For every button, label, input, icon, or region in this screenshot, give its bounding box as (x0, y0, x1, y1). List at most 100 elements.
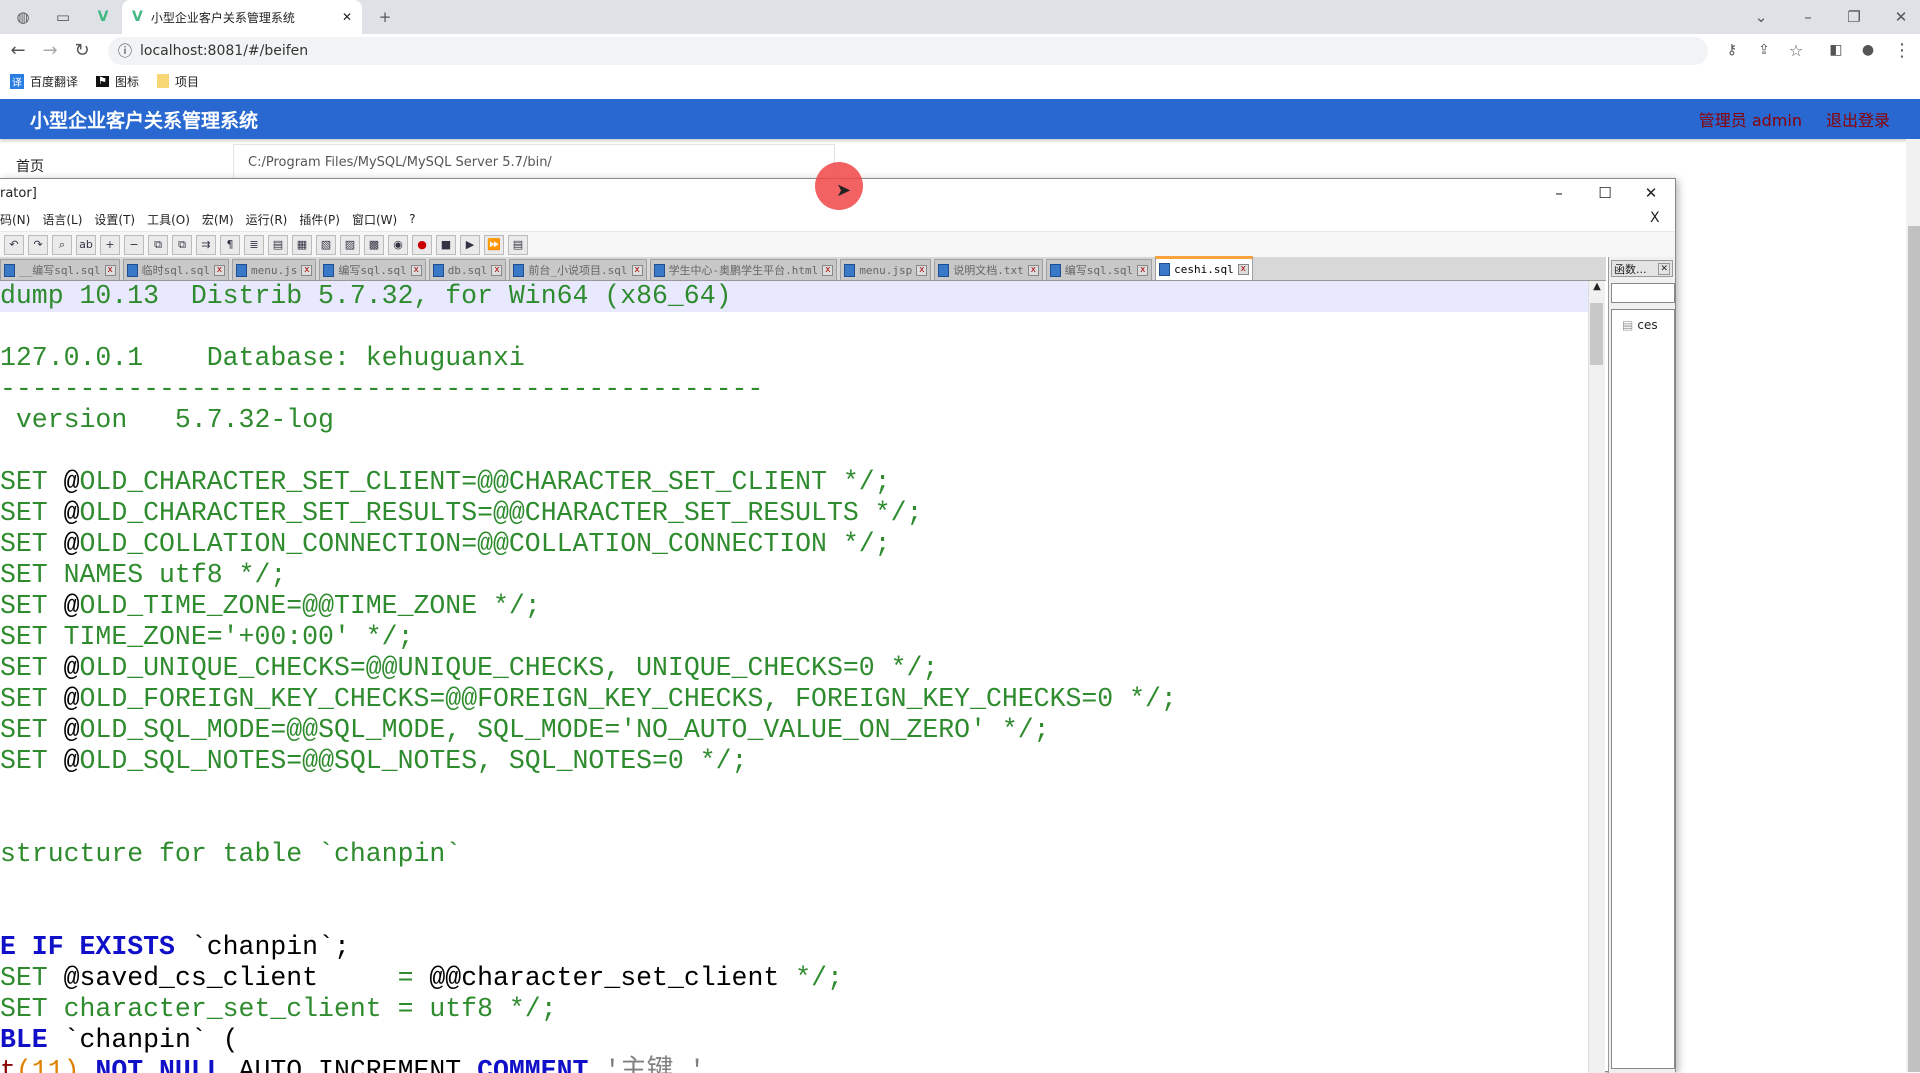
file-tab[interactable]: 临时sql.sql x (122, 259, 229, 280)
menu-item[interactable]: ? (409, 212, 415, 226)
sync-v-icon[interactable]: ⧉ (148, 234, 168, 255)
file-tab[interactable]: 说明文档.txt x (934, 259, 1043, 280)
sidebar-item-home[interactable]: 首页 (16, 156, 44, 176)
page-scrollbar-thumb[interactable] (1908, 226, 1920, 1072)
menu-item[interactable]: 运行(R) (246, 211, 288, 228)
close-window-icon[interactable]: ✕ (1890, 6, 1912, 28)
tab-search-icon[interactable]: ⌄ (1750, 6, 1772, 28)
close-tab-icon[interactable]: x (301, 264, 313, 276)
menu-item[interactable]: 工具(O) (147, 211, 190, 228)
close-tab-icon[interactable]: x (1237, 264, 1249, 275)
run-macro-icon[interactable]: ⏩ (484, 234, 504, 255)
info-icon[interactable]: ⓘ (118, 41, 132, 61)
stop-macro-icon[interactable]: ■ (436, 234, 456, 255)
record-macro-icon[interactable]: ● (412, 234, 432, 255)
udl-icon[interactable]: ▤ (268, 234, 288, 255)
new-tab-icon[interactable]: + (374, 6, 396, 28)
code-token: SET (0, 498, 64, 528)
file-tab[interactable]: menu.js x (231, 259, 317, 280)
logout-link[interactable]: 退出登录 (1826, 107, 1890, 131)
reload-icon[interactable]: ↻ (70, 38, 94, 62)
forward-icon[interactable]: → (38, 38, 62, 62)
address-bar[interactable]: ⓘ localhost:8081/#/beifen (108, 37, 1708, 65)
word-wrap-icon[interactable]: ⇉ (196, 234, 216, 255)
profile-icon[interactable]: ● (1856, 38, 1880, 62)
back-icon[interactable]: ← (6, 38, 30, 62)
play-macro-icon[interactable]: ▶ (460, 234, 480, 255)
save-macro-icon[interactable]: ▤ (508, 234, 528, 255)
monitor-icon[interactable]: ▩ (364, 234, 384, 255)
replace-icon[interactable]: ab (76, 234, 96, 255)
eye-icon[interactable]: ◉ (388, 234, 408, 255)
code-token: SET (0, 467, 64, 497)
show-all-icon[interactable]: ¶ (220, 234, 240, 255)
code-editor[interactable]: dump 10.13 Distrib 5.7.32, for Win64 (x8… (0, 281, 1588, 1073)
zoom-in-icon[interactable]: + (100, 234, 120, 255)
zoom-out-icon[interactable]: − (124, 234, 144, 255)
star-icon[interactable]: ☆ (1784, 38, 1808, 62)
mysql-path-input[interactable]: C:/Program Files/MySQL/MySQL Server 5.7/… (233, 144, 835, 180)
globe-icon[interactable]: ◍ (12, 6, 34, 28)
close-tab-icon[interactable]: x (916, 264, 928, 276)
file-tab[interactable]: db.sql x (428, 259, 507, 280)
file-tab[interactable]: 学生中心-奥鹏学生平台.html x (649, 259, 838, 280)
close-tab-icon[interactable]: x (491, 264, 503, 276)
close-tab-icon[interactable]: x (1137, 264, 1149, 276)
bookmark-folder-project[interactable]: 项目 (157, 73, 199, 90)
file-tab[interactable]: 编写sql.sql x (1045, 259, 1153, 280)
menu-item[interactable]: 宏(M) (202, 211, 234, 228)
vue-tab-icon[interactable]: V (92, 6, 114, 28)
close-tab-icon[interactable]: x (1027, 264, 1039, 276)
maximize-icon[interactable]: ☐ (1582, 179, 1628, 207)
tree-item[interactable]: ▤ ces (1622, 318, 1674, 332)
doc-map-icon[interactable]: ▦ (292, 234, 312, 255)
minimize-icon[interactable]: – (1536, 179, 1582, 207)
scroll-up-icon[interactable]: ▲ (1589, 281, 1605, 292)
file-tab[interactable]: 编写sql.sql x (319, 259, 426, 280)
redo-icon[interactable]: ↷ (28, 234, 48, 255)
file-tab[interactable]: 前台_小说项目.sql x (509, 259, 647, 280)
close-tab-icon[interactable]: x (104, 264, 116, 276)
close-tab-icon[interactable]: x (213, 264, 225, 276)
file-tab[interactable]: menu.jsp x (840, 259, 932, 280)
menu-item[interactable]: 窗口(W) (352, 211, 397, 228)
find-icon[interactable]: ⌕ (52, 234, 72, 255)
bookmark-icons[interactable]: ⚑ 图标 (96, 73, 139, 90)
tab-thumbnail-icon[interactable]: ▭ (52, 6, 74, 28)
editor-scrollbar-thumb[interactable] (1590, 303, 1603, 365)
close-tab-icon[interactable]: x (631, 264, 643, 276)
bookmark-label: 项目 (175, 74, 200, 89)
browser-tab-active[interactable]: V 小型企业客户关系管理系统 ✕ (122, 0, 362, 34)
code-token: SET (0, 963, 64, 993)
undo-icon[interactable]: ↶ (4, 234, 24, 255)
code-token: SET TIME_ZONE='+00:00' */; (0, 622, 414, 652)
close-tab-icon[interactable]: x (822, 264, 834, 276)
share-icon[interactable]: ⇪ (1752, 38, 1776, 62)
folder-icon[interactable]: ▨ (340, 234, 360, 255)
restore-icon[interactable]: ❐ (1843, 6, 1865, 28)
code-token: ----------------------------------------… (0, 374, 764, 404)
close-tab-icon[interactable]: x (410, 264, 422, 276)
file-tab[interactable]: ceshi.sql x (1155, 256, 1253, 280)
side-panel-icon[interactable]: ◧ (1824, 38, 1848, 62)
minimize-icon[interactable]: – (1797, 6, 1819, 28)
menu-item[interactable]: 码(N) (0, 211, 30, 228)
menu-icon[interactable]: ⋮ (1890, 38, 1914, 62)
menu-item[interactable]: 语言(L) (42, 211, 82, 228)
close-tab-icon[interactable]: ✕ (342, 10, 352, 24)
key-icon[interactable]: ⚷ (1720, 38, 1744, 62)
close-icon[interactable]: ✕ (1628, 179, 1674, 207)
menu-item[interactable]: 设置(T) (94, 211, 135, 228)
editor-scrollbar[interactable]: ▲ (1588, 281, 1605, 1073)
func-list-icon[interactable]: ▧ (316, 234, 336, 255)
bookmark-baidu-translate[interactable]: 译百度翻译 (10, 73, 78, 90)
sync-h-icon[interactable]: ⧉ (172, 234, 192, 255)
file-tab[interactable]: __编写sql.sql x (0, 259, 120, 280)
indent-guide-icon[interactable]: ≣ (244, 234, 264, 255)
close-document-button[interactable]: X (1650, 210, 1660, 226)
address-row: ← → ↻ ⓘ localhost:8081/#/beifen ⚷ ⇪ ☆ ◧ … (0, 34, 1920, 66)
menu-item[interactable]: 插件(P) (299, 211, 340, 228)
close-panel-icon[interactable]: ✕ (1658, 262, 1670, 275)
function-search-input[interactable] (1611, 283, 1675, 303)
